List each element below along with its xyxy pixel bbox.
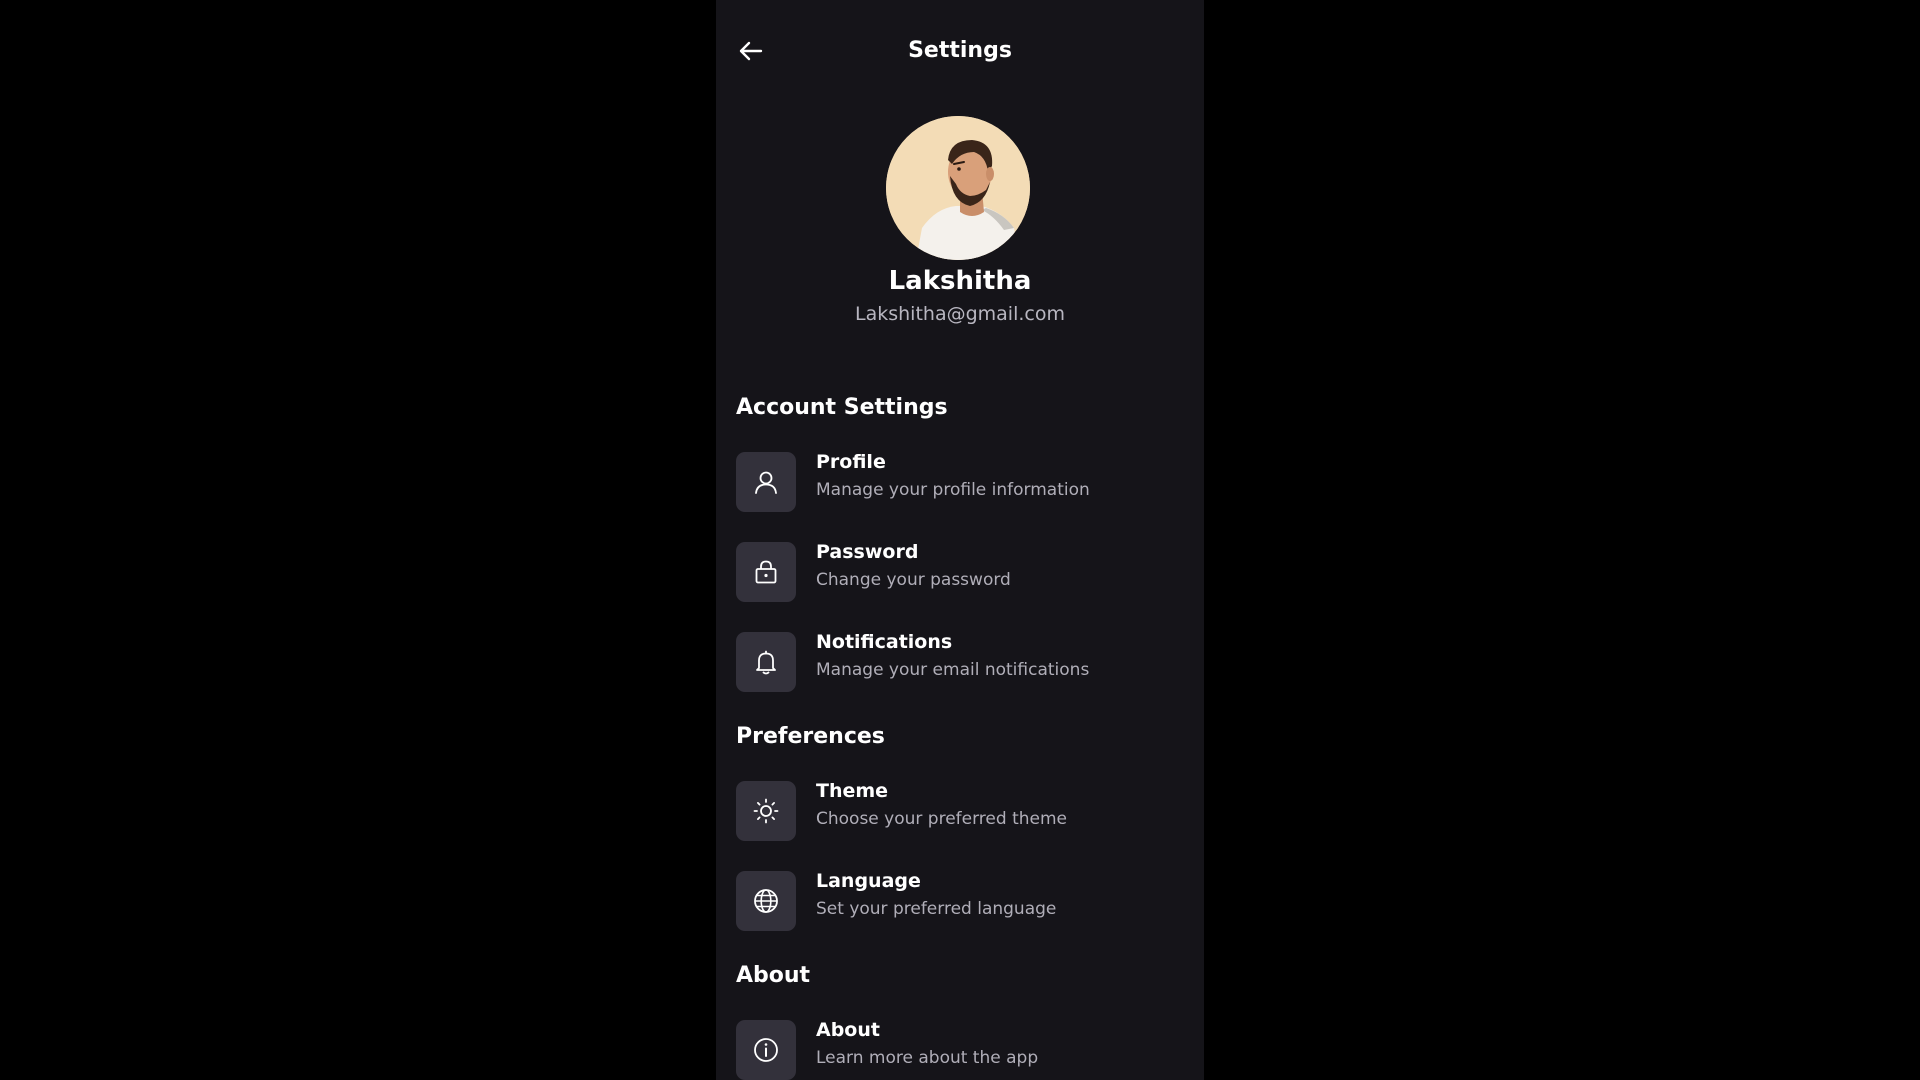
lock-icon xyxy=(755,560,777,584)
item-title: Profile xyxy=(816,451,886,473)
item-title: Language xyxy=(816,870,921,892)
item-subtitle: Change your password xyxy=(816,570,1011,590)
item-icon-tile xyxy=(736,781,796,841)
settings-item-language[interactable]: Language Set your preferred language xyxy=(736,868,1184,932)
sun-icon xyxy=(753,798,779,824)
item-subtitle: Manage your email notifications xyxy=(816,660,1090,680)
settings-screen: Settings Lakshitha Lakshitha@gmail.com A… xyxy=(716,0,1204,1080)
section-title-about: About xyxy=(736,963,811,988)
user-icon xyxy=(755,471,777,494)
section-title-account: Account Settings xyxy=(736,395,948,420)
item-icon-tile xyxy=(736,871,796,931)
settings-item-profile[interactable]: Profile Manage your profile information xyxy=(736,449,1184,513)
item-title: Password xyxy=(816,541,919,563)
settings-item-theme[interactable]: Theme Choose your preferred theme xyxy=(736,778,1184,842)
user-name: Lakshitha xyxy=(888,266,1032,296)
header: Settings xyxy=(716,0,1204,100)
item-subtitle: Learn more about the app xyxy=(816,1048,1039,1068)
item-subtitle: Manage your profile information xyxy=(816,480,1090,500)
item-icon-tile xyxy=(736,542,796,602)
globe-icon xyxy=(754,889,778,913)
bell-icon xyxy=(756,650,776,675)
item-subtitle: Choose your preferred theme xyxy=(816,809,1067,829)
item-title: Notifications xyxy=(816,631,953,653)
avatar-illustration xyxy=(886,116,1030,260)
item-title: Theme xyxy=(816,780,889,802)
item-title: About xyxy=(816,1019,880,1041)
item-icon-tile xyxy=(736,1020,796,1080)
settings-item-about[interactable]: About Learn more about the app xyxy=(736,1017,1184,1080)
section-title-preferences: Preferences xyxy=(736,724,885,749)
item-subtitle: Set your preferred language xyxy=(816,899,1057,919)
page-title: Settings xyxy=(908,38,1012,63)
settings-item-password[interactable]: Password Change your password xyxy=(736,539,1184,603)
avatar[interactable] xyxy=(886,116,1030,260)
item-icon-tile xyxy=(736,632,796,692)
info-icon xyxy=(754,1038,778,1062)
settings-item-notifications[interactable]: Notifications Manage your email notifica… xyxy=(736,629,1184,693)
item-icon-tile xyxy=(736,452,796,512)
user-email: Lakshitha@gmail.com xyxy=(855,303,1065,325)
